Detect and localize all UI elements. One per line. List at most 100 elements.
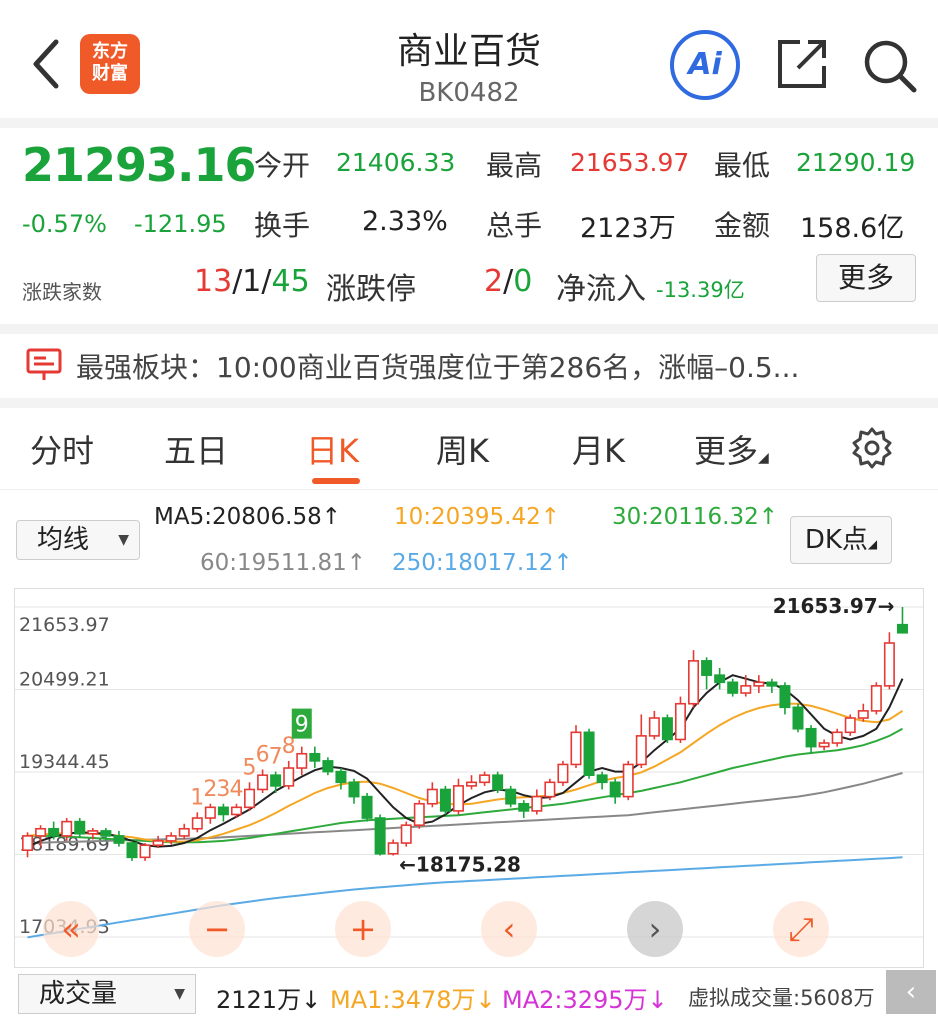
zoom-out-icon[interactable]: − bbox=[204, 910, 231, 948]
indicator-dropdown[interactable]: 均线 ▼ bbox=[16, 520, 140, 560]
breadth-flat: 1 bbox=[242, 264, 262, 299]
share-icon[interactable] bbox=[774, 36, 830, 92]
ma5-value: MA5:20806.58↑ bbox=[154, 504, 341, 530]
volume-ma2: MA2:3295万↓ bbox=[502, 986, 668, 1014]
breadth-label: 涨跌家数 bbox=[22, 280, 102, 304]
candle-body bbox=[244, 788, 256, 809]
tab-weekly-k[interactable]: 周K bbox=[436, 426, 489, 472]
candle-body bbox=[661, 717, 673, 741]
breadth-sep: / bbox=[232, 264, 243, 299]
expand-icon[interactable]: ⤢ bbox=[788, 910, 814, 948]
candle-body bbox=[87, 830, 99, 835]
y-tick-label: 20499.21 bbox=[19, 669, 110, 691]
ma30-value: 30:20116.32↑ bbox=[612, 504, 779, 530]
triangle-icon: ◢ bbox=[758, 450, 769, 466]
tab-more[interactable]: 更多◢ bbox=[694, 426, 769, 472]
volume-label: 总手 bbox=[486, 209, 543, 242]
candle-body bbox=[296, 752, 308, 769]
candle-body bbox=[100, 830, 112, 837]
quote-panel: 21293.16 -0.57% -121.95 今开 21406.33 最高 2… bbox=[0, 128, 938, 324]
candle-body bbox=[844, 717, 856, 734]
kline-chart-svg[interactable]: 21653.9720499.2119344.4518189.6917034.93… bbox=[15, 589, 923, 967]
header: 东方 财富 商业百货 BK0482 Ai bbox=[0, 0, 938, 118]
candle-body bbox=[452, 785, 464, 812]
high-value: 21653.97 bbox=[570, 148, 690, 177]
candle-body bbox=[896, 623, 908, 634]
volume-value: 2121万↓ bbox=[216, 986, 322, 1014]
divider bbox=[0, 118, 938, 128]
candle-body bbox=[400, 824, 412, 844]
next-icon[interactable]: › bbox=[649, 910, 662, 948]
gear-icon[interactable] bbox=[850, 426, 894, 470]
zoom-in-icon[interactable]: + bbox=[350, 910, 377, 948]
candle-body bbox=[570, 731, 582, 766]
candle-body bbox=[139, 844, 151, 859]
candle-body bbox=[622, 763, 634, 798]
candle-body bbox=[505, 788, 517, 805]
candle-body bbox=[204, 806, 216, 819]
breadth-up: 13 bbox=[194, 264, 233, 299]
candle-body bbox=[230, 806, 242, 816]
candle-body bbox=[531, 795, 543, 812]
scroll-left-icon[interactable]: ‹ bbox=[886, 970, 936, 1014]
candle-body bbox=[61, 820, 73, 837]
candle-body bbox=[387, 842, 399, 855]
ma60-value: 60:19511.81↑ bbox=[200, 550, 367, 576]
candle-body bbox=[714, 674, 726, 684]
signal-label: 5 bbox=[243, 755, 257, 780]
signal-label: 2 bbox=[203, 777, 217, 802]
ai-assistant-button[interactable]: Ai bbox=[670, 30, 740, 100]
candle-body bbox=[779, 685, 791, 709]
news-ticker[interactable]: 最强板块：10:00商业百货强度位于第286名，涨幅–0.5... bbox=[0, 334, 938, 398]
tab-five-day[interactable]: 五日 bbox=[164, 426, 228, 472]
high-label: 最高 bbox=[486, 149, 543, 182]
candle-body bbox=[257, 774, 269, 791]
more-quote-button[interactable]: 更多 bbox=[816, 254, 916, 302]
candle-body bbox=[883, 642, 895, 687]
signal-label: 4 bbox=[229, 777, 243, 802]
volume-value: 2123万 bbox=[580, 213, 676, 244]
candle-body bbox=[270, 774, 282, 787]
ma10-line bbox=[27, 702, 904, 843]
candle-body bbox=[609, 781, 621, 798]
limit-up: 2 bbox=[484, 264, 504, 299]
candle-body bbox=[701, 660, 713, 676]
candle-body bbox=[48, 827, 60, 837]
signal-label: 9 bbox=[295, 713, 309, 738]
search-icon[interactable] bbox=[860, 36, 918, 94]
candle-body bbox=[557, 763, 569, 784]
active-tab-indicator bbox=[312, 478, 360, 484]
candle-body bbox=[596, 774, 608, 784]
ma5-line bbox=[27, 674, 904, 848]
candle-body bbox=[322, 760, 334, 773]
dk-point-label: DK点 bbox=[804, 525, 868, 555]
breadth-down: 45 bbox=[271, 264, 310, 299]
turnover-label: 换手 bbox=[254, 209, 311, 242]
kline-chart[interactable]: 21653.9720499.2119344.4518189.6917034.93… bbox=[14, 588, 924, 968]
volume-indicator-dropdown[interactable]: 成交量 ▼ bbox=[18, 974, 196, 1014]
news-board-icon bbox=[26, 348, 62, 380]
candle-body bbox=[113, 835, 125, 844]
tab-monthly-k[interactable]: 月K bbox=[572, 426, 625, 472]
dk-point-button[interactable]: DK点◢ bbox=[790, 516, 892, 564]
candle-body bbox=[22, 835, 34, 851]
candle-body bbox=[635, 735, 647, 766]
candle-body bbox=[727, 681, 739, 694]
virtual-volume: 虚拟成交量:5608万 bbox=[688, 986, 875, 1010]
candle-body bbox=[413, 802, 425, 826]
candle-body bbox=[283, 767, 295, 787]
caret-down-icon: ▼ bbox=[174, 986, 185, 1002]
prev-icon[interactable]: ‹ bbox=[503, 910, 516, 948]
signal-label: 7 bbox=[269, 745, 283, 770]
candle-body bbox=[165, 835, 177, 842]
candle-body bbox=[831, 731, 843, 744]
rewind-icon[interactable]: « bbox=[61, 910, 81, 948]
amount-value: 158.6亿 bbox=[800, 213, 905, 244]
change-value: -121.95 bbox=[134, 210, 227, 238]
candle-body bbox=[35, 827, 47, 837]
tab-daily-k[interactable]: 日K bbox=[306, 426, 359, 472]
caret-down-icon: ▼ bbox=[118, 532, 129, 548]
candle-body bbox=[152, 840, 164, 846]
candle-body bbox=[792, 706, 804, 730]
tab-intraday[interactable]: 分时 bbox=[30, 426, 94, 472]
